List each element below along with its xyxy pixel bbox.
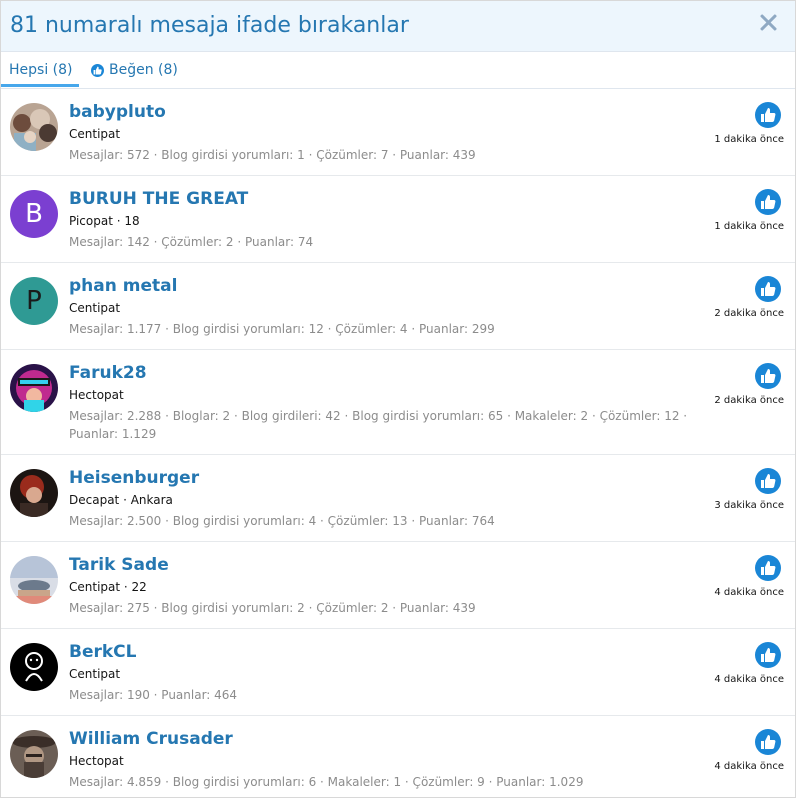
reaction-time: 3 dakika önce xyxy=(714,500,784,511)
reactions-dialog: 81 numaralı mesaja ifade bırakanlar Heps… xyxy=(0,0,796,798)
active-tab-indicator xyxy=(1,84,79,87)
reaction-time: 4 dakika önce xyxy=(714,587,784,598)
dialog-title: 81 numaralı mesaja ifade bırakanlar xyxy=(10,13,409,38)
avatar[interactable] xyxy=(10,556,58,604)
avatar[interactable] xyxy=(10,730,58,778)
list-item: BerkCL Centipat Mesajlar: 190 · Puanlar:… xyxy=(1,629,795,716)
username-link[interactable]: Tarik Sade xyxy=(69,555,169,575)
avatar[interactable] xyxy=(10,364,58,412)
reaction-time: 2 dakika önce xyxy=(714,308,784,319)
list-item: B BURUH THE GREAT Picopat · 18 Mesajlar:… xyxy=(1,176,795,263)
tab-like[interactable]: Beğen (8) xyxy=(91,62,178,78)
dialog-header: 81 numaralı mesaja ifade bırakanlar xyxy=(1,1,795,52)
user-stats: Mesajlar: 142 · Çözümler: 2 · Puanlar: 7… xyxy=(69,235,314,249)
like-reaction-icon xyxy=(755,729,781,755)
reaction-time: 1 dakika önce xyxy=(714,134,784,145)
avatar[interactable] xyxy=(10,469,58,517)
reaction-list: babypluto Centipat Mesajlar: 572 · Blog … xyxy=(1,89,795,797)
user-title: Centipat · 22 xyxy=(69,580,147,594)
like-reaction-icon xyxy=(755,189,781,215)
username-link[interactable]: babypluto xyxy=(69,102,166,122)
user-stats: Mesajlar: 572 · Blog girdisi yorumları: … xyxy=(69,148,476,162)
list-item: babypluto Centipat Mesajlar: 572 · Blog … xyxy=(1,89,795,176)
like-reaction-icon xyxy=(755,555,781,581)
user-title: Centipat xyxy=(69,127,121,141)
reaction-time: 4 dakika önce xyxy=(714,674,784,685)
list-item: Faruk28 Hectopat Mesajlar: 2.288 · Blogl… xyxy=(1,350,795,455)
user-stats: Mesajlar: 4.859 · Blog girdisi yorumları… xyxy=(69,775,584,789)
user-stats: Mesajlar: 2.288 · Bloglar: 2 · Blog gird… xyxy=(69,409,688,441)
reaction-tabs: Hepsi (8) Beğen (8) xyxy=(1,52,795,89)
username-link[interactable]: phan metal xyxy=(69,276,177,296)
avatar[interactable] xyxy=(10,103,58,151)
user-stats: Mesajlar: 2.500 · Blog girdisi yorumları… xyxy=(69,514,495,528)
user-stats: Mesajlar: 190 · Puanlar: 464 xyxy=(69,688,238,702)
user-stats: Mesajlar: 1.177 · Blog girdisi yorumları… xyxy=(69,322,495,336)
reaction-time: 1 dakika önce xyxy=(714,221,784,232)
like-icon xyxy=(91,63,104,77)
user-title: Hectopat xyxy=(69,754,124,768)
reaction-time: 2 dakika önce xyxy=(714,395,784,406)
list-item: William Crusader Hectopat Mesajlar: 4.85… xyxy=(1,716,795,797)
user-title: Decapat · Ankara xyxy=(69,493,173,507)
avatar[interactable] xyxy=(10,643,58,691)
username-link[interactable]: William Crusader xyxy=(69,729,233,749)
username-link[interactable]: BerkCL xyxy=(69,642,137,662)
reaction-time: 4 dakika önce xyxy=(714,761,784,772)
avatar-letter: P xyxy=(26,286,42,316)
user-title: Centipat xyxy=(69,667,121,681)
username-link[interactable]: Faruk28 xyxy=(69,363,147,383)
like-reaction-icon xyxy=(755,642,781,668)
list-item: Heisenburger Decapat · Ankara Mesajlar: … xyxy=(1,455,795,542)
close-icon[interactable] xyxy=(758,12,778,32)
avatar[interactable]: P xyxy=(10,277,58,325)
user-title: Picopat · 18 xyxy=(69,214,140,228)
like-reaction-icon xyxy=(755,276,781,302)
list-item: Tarik Sade Centipat · 22 Mesajlar: 275 ·… xyxy=(1,542,795,629)
user-stats: Mesajlar: 275 · Blog girdisi yorumları: … xyxy=(69,601,476,615)
username-link[interactable]: Heisenburger xyxy=(69,468,199,488)
username-link[interactable]: BURUH THE GREAT xyxy=(69,189,248,209)
tab-all[interactable]: Hepsi (8) xyxy=(9,62,73,78)
list-item: P phan metal Centipat Mesajlar: 1.177 · … xyxy=(1,263,795,350)
like-reaction-icon xyxy=(755,102,781,128)
like-reaction-icon xyxy=(755,363,781,389)
user-title: Centipat xyxy=(69,301,121,315)
user-title: Hectopat xyxy=(69,388,124,402)
like-reaction-icon xyxy=(755,468,781,494)
avatar[interactable]: B xyxy=(10,190,58,238)
tab-like-label: Beğen (8) xyxy=(109,62,178,78)
avatar-letter: B xyxy=(25,199,43,229)
